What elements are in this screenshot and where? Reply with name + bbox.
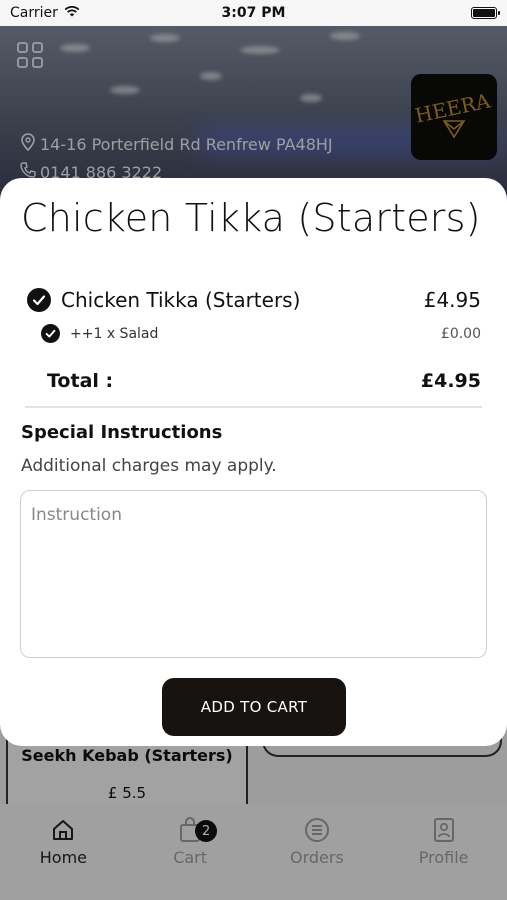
total-label: Total : <box>47 370 114 392</box>
selected-item-price: £4.95 <box>423 288 481 312</box>
special-instructions-heading: Special Instructions <box>21 422 223 443</box>
special-instructions-note: Additional charges may apply. <box>21 456 277 476</box>
battery-icon <box>471 7 500 19</box>
item-detail-modal: Chicken Tikka (Starters) Chicken Tikka (… <box>0 178 507 746</box>
modal-title: Chicken Tikka (Starters) <box>21 196 481 240</box>
status-time: 3:07 PM <box>221 5 286 21</box>
instruction-input[interactable] <box>20 490 487 658</box>
check-circle-icon[interactable] <box>41 324 60 343</box>
status-bar: Carrier 3:07 PM <box>0 0 507 26</box>
total-row: Total : £4.95 <box>47 370 481 392</box>
addon-item-row: ++1 x Salad £0.00 <box>41 324 481 343</box>
divider <box>25 406 482 408</box>
selected-item-row: Chicken Tikka (Starters) £4.95 <box>27 288 481 312</box>
selected-item-label: Chicken Tikka (Starters) <box>61 288 301 312</box>
check-circle-icon[interactable] <box>27 288 51 312</box>
addon-item-label: ++1 x Salad <box>70 325 159 342</box>
total-value: £4.95 <box>420 370 481 392</box>
add-to-cart-button[interactable]: ADD TO CART <box>162 678 346 736</box>
addon-item-price: £0.00 <box>440 325 481 342</box>
